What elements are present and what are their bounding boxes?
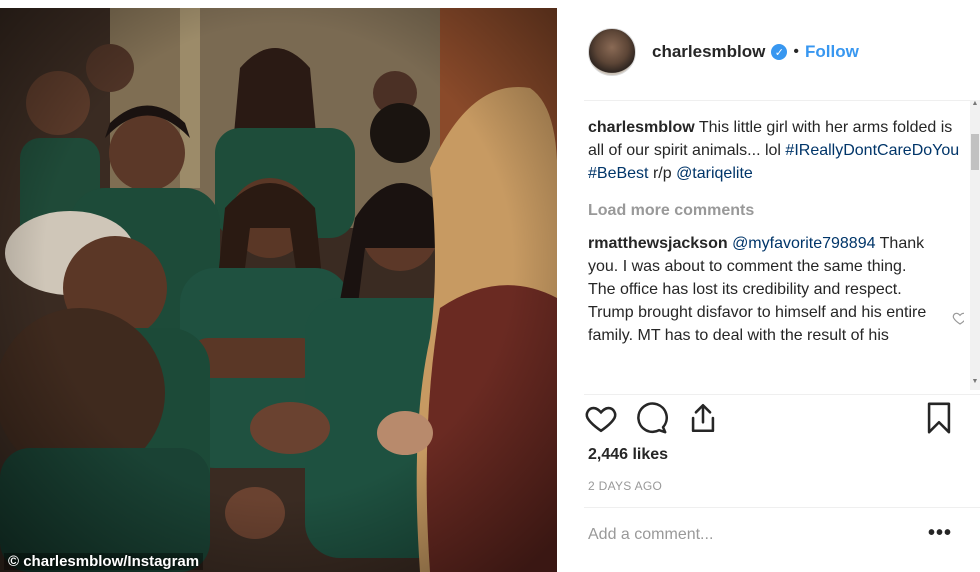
avatar[interactable]: [588, 28, 636, 76]
more-options-button[interactable]: •••: [928, 522, 952, 545]
scroll-thumb[interactable]: [971, 134, 979, 170]
likes-count[interactable]: 2,446 likes: [588, 446, 668, 464]
caption: charlesmblow This little girl with her a…: [588, 116, 964, 185]
follow-button[interactable]: Follow: [805, 42, 859, 62]
caption-suffix: r/p: [652, 165, 672, 182]
load-more-comments-button[interactable]: Load more comments: [588, 199, 964, 222]
header-divider: [584, 100, 980, 101]
comments-scrollbar[interactable]: ▲ ▼: [970, 100, 980, 390]
comment-input-divider: [584, 507, 980, 508]
bookmark-icon[interactable]: [922, 401, 956, 435]
comment-username[interactable]: rmatthewsjackson: [588, 235, 728, 252]
post-timestamp[interactable]: 2 DAYS AGO: [588, 479, 662, 493]
comment-icon[interactable]: [634, 401, 668, 435]
comment-mention[interactable]: @myfavorite798894: [732, 235, 875, 252]
add-comment-input[interactable]: [588, 526, 908, 544]
photo-illustration: [0, 8, 557, 572]
heart-icon[interactable]: [584, 401, 618, 435]
comments-list[interactable]: charlesmblow This little girl with her a…: [588, 116, 964, 386]
comment-item: rmatthewsjackson @myfavorite798894 Thank…: [588, 232, 964, 347]
post-sidebar: charlesmblow ✓ • Follow charlesmblow Thi…: [568, 8, 980, 572]
caption-mention[interactable]: @tariqelite: [676, 165, 753, 182]
header-username[interactable]: charlesmblow: [652, 42, 765, 62]
photo-credit: © charlesmblow/Instagram: [4, 553, 204, 570]
separator-dot: •: [793, 43, 799, 60]
actions-divider: [584, 394, 980, 395]
scroll-down-arrow-icon[interactable]: ▼: [970, 378, 980, 390]
share-icon[interactable]: [686, 401, 720, 435]
scroll-up-arrow-icon[interactable]: ▲: [970, 100, 980, 112]
post-photo: © charlesmblow/Instagram: [0, 8, 557, 572]
verified-badge-icon: ✓: [771, 44, 788, 60]
caption-username[interactable]: charlesmblow: [588, 119, 695, 136]
action-bar: [584, 401, 964, 439]
comment-like-heart-icon[interactable]: [952, 310, 964, 326]
post-header: charlesmblow ✓ • Follow: [588, 24, 859, 80]
